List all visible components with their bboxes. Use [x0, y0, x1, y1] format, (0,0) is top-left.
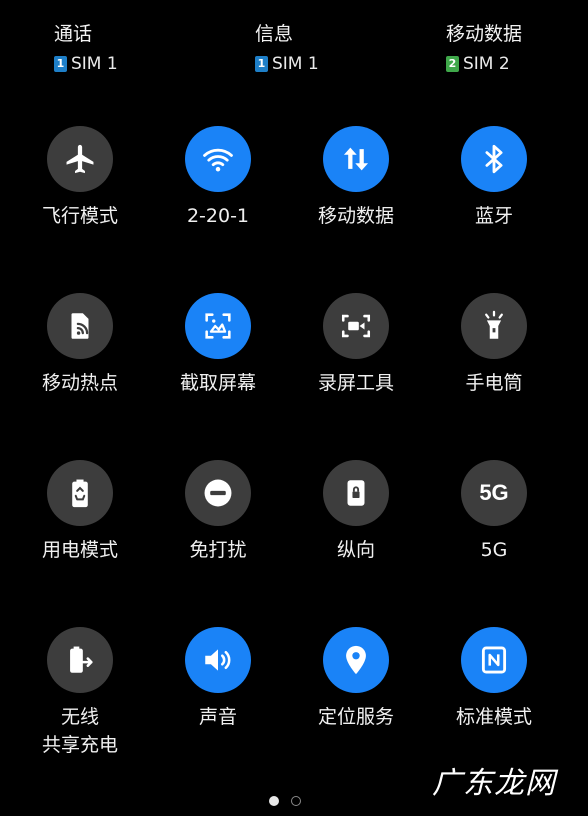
battery-saver-icon	[47, 460, 113, 526]
tile-label: 2-20-1	[186, 205, 250, 227]
tile-location[interactable]: 定位服务	[286, 627, 426, 767]
nfc-icon	[461, 627, 527, 693]
sim-selector-title: 通话	[54, 23, 93, 45]
bluetooth-icon	[461, 126, 527, 192]
tile-label: 声音	[198, 706, 237, 728]
tile-label: 免打扰	[189, 539, 247, 561]
tile-label: 定位服务	[317, 706, 394, 728]
tile-portrait[interactable]: 纵向	[286, 460, 426, 600]
wifi-icon	[185, 126, 251, 192]
5g-icon-text: 5G	[479, 480, 509, 505]
tile-screenshot[interactable]: 截取屏幕	[148, 293, 288, 433]
hotspot-icon	[47, 293, 113, 359]
sim-card-label: SIM 2	[463, 54, 510, 74]
sim-card: 2 SIM 2	[446, 54, 588, 74]
sim-card-label: SIM 1	[71, 54, 118, 74]
sim-selector: 通话 1 SIM 1 信息 1 SIM 1 移动数据 2 SIM 2	[0, 0, 588, 110]
tile-label: 手电筒	[465, 372, 523, 394]
tile-screen-record[interactable]: 录屏工具	[286, 293, 426, 433]
tile-label: 移动数据	[317, 205, 394, 227]
portrait-lock-icon	[323, 460, 389, 526]
page-indicator	[269, 796, 301, 806]
sim-chip-icon: 2	[446, 56, 459, 72]
sound-icon	[185, 627, 251, 693]
tile-label: 移动热点	[41, 372, 118, 394]
tile-battery-mode[interactable]: 用电模式	[10, 460, 150, 600]
sim-card-label: SIM 1	[272, 54, 319, 74]
mobile-data-icon	[323, 126, 389, 192]
tile-airplane-mode[interactable]: 飞行模式	[10, 126, 150, 266]
tile-hotspot[interactable]: 移动热点	[10, 293, 150, 433]
airplane-icon	[47, 126, 113, 192]
tile-wireless-reverse-charging[interactable]: 无线 共享充电	[10, 627, 150, 767]
tile-do-not-disturb[interactable]: 免打扰	[148, 460, 288, 600]
wireless-charging-icon	[47, 627, 113, 693]
do-not-disturb-icon	[185, 460, 251, 526]
tile-wifi[interactable]: 2-20-1	[148, 126, 288, 266]
tile-flashlight[interactable]: 手电筒	[424, 293, 564, 433]
sim-selector-mobile-data[interactable]: 移动数据 2 SIM 2	[446, 22, 588, 74]
page-dot-2[interactable]	[291, 796, 301, 806]
5g-icon: 5G	[461, 460, 527, 526]
sim-selector-title: 信息	[255, 23, 294, 45]
sim-card: 1 SIM 1	[54, 54, 214, 74]
watermark: 广东龙网	[432, 766, 556, 801]
tile-label: 录屏工具	[317, 372, 394, 394]
flashlight-icon	[461, 293, 527, 359]
screenshot-icon	[185, 293, 251, 359]
sim-chip-icon: 1	[255, 56, 268, 72]
sim-selector-calls[interactable]: 通话 1 SIM 1	[54, 22, 214, 74]
tile-label: 用电模式	[41, 539, 118, 561]
tile-label: 纵向	[336, 539, 375, 561]
sim-card: 1 SIM 1	[255, 54, 415, 74]
tile-bluetooth[interactable]: 蓝牙	[424, 126, 564, 266]
screen-record-icon	[323, 293, 389, 359]
tile-sound[interactable]: 声音	[148, 627, 288, 767]
tile-mobile-data[interactable]: 移动数据	[286, 126, 426, 266]
sim-selector-messages[interactable]: 信息 1 SIM 1	[255, 22, 415, 74]
tile-nfc[interactable]: 标准模式	[424, 627, 564, 767]
tile-label: 5G	[480, 539, 508, 561]
tile-label: 截取屏幕	[179, 372, 256, 394]
tile-label: 标准模式	[455, 706, 532, 728]
page-dot-1[interactable]	[269, 796, 279, 806]
tile-label: 无线 共享充电	[10, 703, 150, 759]
tile-label-line2: 共享充电	[41, 734, 118, 756]
tile-5g[interactable]: 5G 5G	[424, 460, 564, 600]
tile-label: 飞行模式	[41, 205, 118, 227]
sim-chip-icon: 1	[54, 56, 67, 72]
sim-selector-title: 移动数据	[446, 23, 523, 45]
tile-label-line1: 无线	[60, 706, 99, 728]
location-icon	[323, 627, 389, 693]
tile-label: 蓝牙	[474, 205, 513, 227]
